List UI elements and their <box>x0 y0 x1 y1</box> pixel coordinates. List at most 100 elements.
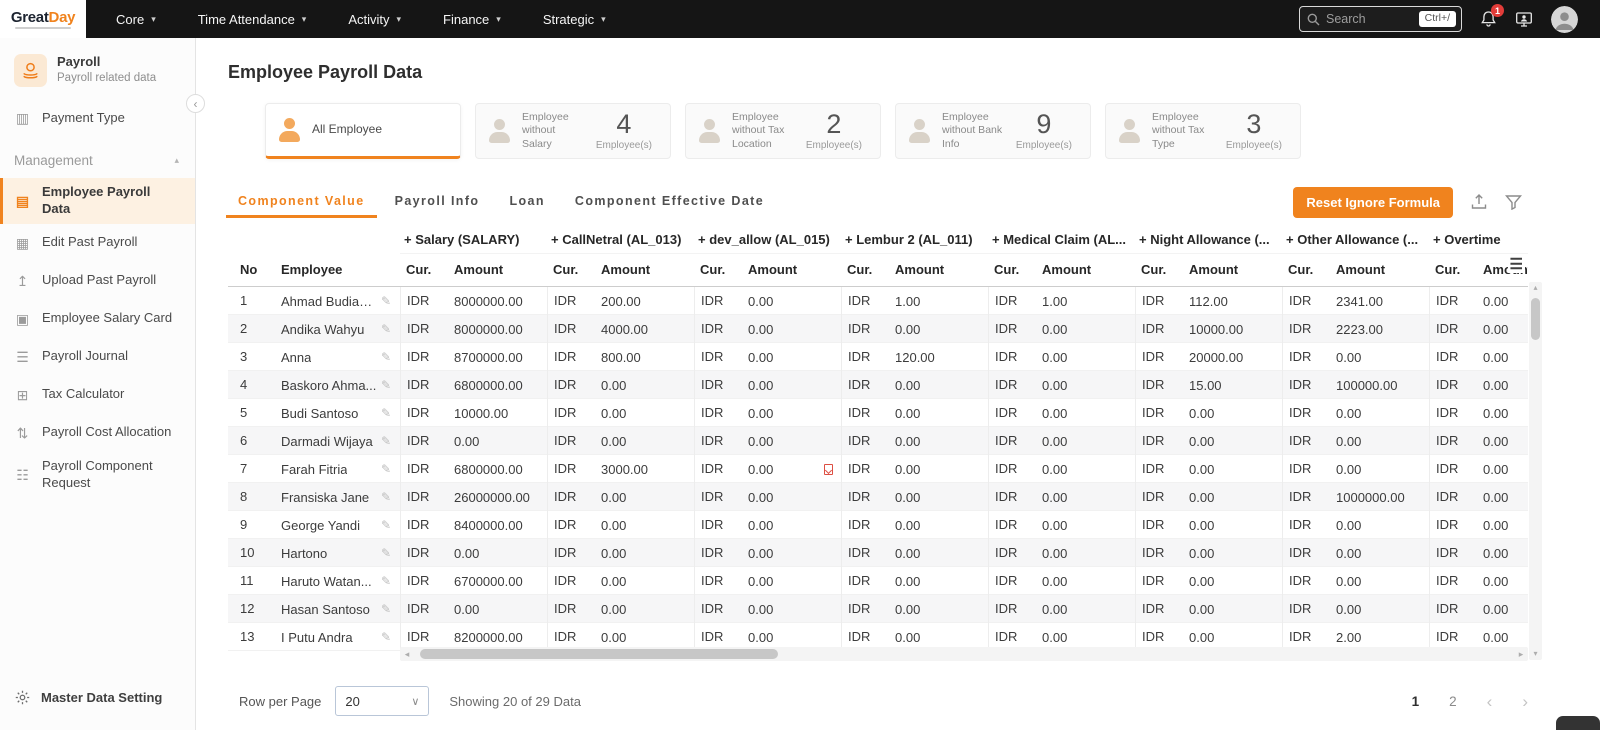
component-group-header[interactable]: + Night Allowance (... <box>1135 225 1282 254</box>
amount-cell[interactable]: 0.00 <box>742 399 841 427</box>
prev-page-icon[interactable]: ‹ <box>1487 693 1493 710</box>
page-number[interactable]: 2 <box>1449 694 1457 709</box>
amount-cell[interactable]: 0.00 <box>1330 595 1429 623</box>
amount-cell[interactable]: 0.00 <box>1036 511 1135 539</box>
edit-icon[interactable]: ✎ <box>381 456 391 483</box>
amount-cell[interactable]: 100000.00 <box>1330 371 1429 399</box>
component-group-header[interactable]: + Lembur 2 (AL_011) <box>841 225 988 254</box>
edit-icon[interactable]: ✎ <box>381 428 391 455</box>
sidebar-item-employee-payroll-data[interactable]: ▤ Employee Payroll Data <box>0 178 195 224</box>
scroll-right-icon[interactable]: ▸ <box>1514 647 1528 661</box>
amount-cell[interactable]: 0.00 <box>595 427 694 455</box>
amount-cell[interactable]: 112.00 <box>1183 287 1282 315</box>
amount-cell[interactable]: 0.00 <box>742 483 841 511</box>
amount-cell[interactable]: 0.00 <box>742 567 841 595</box>
sidebar-section-management[interactable]: Management ▴ <box>0 137 195 178</box>
amount-cell[interactable]: 0.00 <box>1330 455 1429 483</box>
amount-cell[interactable]: 8700000.00 <box>448 343 547 371</box>
amount-cell[interactable]: 0.00 <box>448 427 547 455</box>
amount-cell[interactable]: 0.00 <box>742 511 841 539</box>
amount-cell[interactable]: 4000.00 <box>595 315 694 343</box>
nav-menu-strategic[interactable]: Strategic ▾ <box>543 12 606 27</box>
amount-cell[interactable]: 6800000.00 <box>448 455 547 483</box>
amount-cell[interactable]: 3000.00 <box>595 455 694 483</box>
amount-cell[interactable]: 0.00 <box>889 511 988 539</box>
amount-cell[interactable]: 1.00 <box>889 287 988 315</box>
amount-cell[interactable]: 0.00 <box>595 567 694 595</box>
component-group-header[interactable]: + dev_allow (AL_015) <box>694 225 841 254</box>
sidebar-collapse-button[interactable]: ‹ <box>186 94 205 113</box>
edit-icon[interactable]: ✎ <box>381 344 391 371</box>
amount-cell[interactable]: 0.00 <box>1477 399 1528 427</box>
sidebar-item-payment-type[interactable]: ▥ Payment Type <box>0 99 195 137</box>
search-input[interactable] <box>1326 12 1413 26</box>
amount-cell[interactable]: 26000000.00 <box>448 483 547 511</box>
edit-icon[interactable]: ✎ <box>381 372 391 399</box>
amount-cell[interactable]: 0.00 <box>595 483 694 511</box>
amount-cell[interactable]: 0.00 <box>1330 511 1429 539</box>
amount-cell[interactable]: 1.00 <box>1036 287 1135 315</box>
horizontal-scrollbar-thumb[interactable] <box>420 649 778 659</box>
amount-cell[interactable]: 2341.00 <box>1330 287 1429 315</box>
amount-cell[interactable]: 0.00 <box>1477 287 1528 315</box>
edit-icon[interactable]: ✎ <box>381 624 391 651</box>
amount-cell[interactable]: 0.00 <box>1036 343 1135 371</box>
amount-cell[interactable]: 0.00 <box>595 371 694 399</box>
amount-cell[interactable]: 0.00 <box>742 315 841 343</box>
component-group-header[interactable]: + Other Allowance (... <box>1282 225 1429 254</box>
nav-menu-core[interactable]: Core ▾ <box>116 12 156 27</box>
scroll-left-icon[interactable]: ◂ <box>400 647 414 661</box>
amount-cell[interactable]: 0.00 <box>1183 427 1282 455</box>
stat-card-employee-without-tax-location[interactable]: Employee without Tax Location 2 Employee… <box>685 103 881 159</box>
component-group-header[interactable]: + Overtime <box>1429 225 1528 254</box>
sidebar-item-master-data-setting[interactable]: Master Data Setting <box>14 689 162 706</box>
amount-cell[interactable]: 0.00 <box>889 455 988 483</box>
amount-cell[interactable]: 0.00 <box>1477 511 1528 539</box>
kiosk-button[interactable] <box>1515 11 1533 28</box>
next-page-icon[interactable]: › <box>1522 693 1528 710</box>
amount-cell[interactable]: 0.00 <box>1183 595 1282 623</box>
amount-cell[interactable]: 0.00 <box>448 539 547 567</box>
vertical-scrollbar-track[interactable] <box>1529 294 1542 648</box>
amount-cell[interactable]: 0.00 <box>1330 539 1429 567</box>
scroll-up-icon[interactable]: ▴ <box>1533 282 1537 294</box>
vertical-scrollbar[interactable]: ▴ ▾ <box>1529 282 1542 660</box>
component-group-header[interactable]: + Salary (SALARY) <box>400 225 547 254</box>
amount-cell[interactable]: 0.00 <box>595 511 694 539</box>
reset-ignore-formula-button[interactable]: Reset Ignore Formula <box>1293 187 1453 218</box>
nav-menu-finance[interactable]: Finance ▾ <box>443 12 501 27</box>
amount-cell[interactable]: 1000000.00 <box>1330 483 1429 511</box>
stat-card-employee-without-salary[interactable]: Employee without Salary 4 Employee(s) <box>475 103 671 159</box>
search-box[interactable]: Ctrl+/ <box>1299 6 1462 32</box>
amount-cell[interactable]: 0.00 <box>1330 399 1429 427</box>
amount-cell[interactable]: 0.00 <box>1477 595 1528 623</box>
edit-icon[interactable]: ✎ <box>381 596 391 623</box>
tab-payroll-info[interactable]: Payroll Info <box>383 186 492 218</box>
edit-icon[interactable]: ✎ <box>381 484 391 511</box>
edit-icon[interactable]: ✎ <box>381 540 391 567</box>
table-row[interactable]: 2 Andika Wahyu ✎ IDR 8000000.00 IDR 4000… <box>228 315 1528 343</box>
amount-cell[interactable]: 0.00 <box>1477 343 1528 371</box>
table-row[interactable]: 8 Fransiska Jane ✎ IDR 26000000.00 IDR 0… <box>228 483 1528 511</box>
scroll-down-icon[interactable]: ▾ <box>1533 648 1537 660</box>
amount-cell[interactable]: 0.00 <box>595 399 694 427</box>
amount-cell[interactable]: 8000000.00 <box>448 287 547 315</box>
amount-cell[interactable]: 0.00 <box>889 539 988 567</box>
amount-cell[interactable]: 0.00 <box>1036 483 1135 511</box>
amount-cell[interactable]: 2223.00 <box>1330 315 1429 343</box>
table-row[interactable]: 9 George Yandi ✎ IDR 8400000.00 IDR 0.00… <box>228 511 1528 539</box>
amount-cell[interactable]: 200.00 <box>595 287 694 315</box>
stat-card-employee-without-bank-info[interactable]: Employee without Bank Info 9 Employee(s) <box>895 103 1091 159</box>
tab-loan[interactable]: Loan <box>497 186 556 218</box>
component-group-header[interactable]: + Medical Claim (AL... <box>988 225 1135 254</box>
amount-cell[interactable]: 10000.00 <box>448 399 547 427</box>
amount-cell[interactable]: 0.00 <box>1036 455 1135 483</box>
amount-cell[interactable]: 0.00 <box>595 539 694 567</box>
amount-cell[interactable]: 0.00 <box>1036 315 1135 343</box>
amount-cell[interactable]: 10000.00 <box>1183 315 1282 343</box>
amount-cell[interactable]: 6700000.00 <box>448 567 547 595</box>
amount-cell[interactable]: 0.00 <box>1477 371 1528 399</box>
table-row[interactable]: 5 Budi Santoso ✎ IDR 10000.00 IDR 0.00 I… <box>228 399 1528 427</box>
edit-icon[interactable]: ✎ <box>381 400 391 427</box>
component-group-header[interactable]: + CallNetral (AL_013) <box>547 225 694 254</box>
